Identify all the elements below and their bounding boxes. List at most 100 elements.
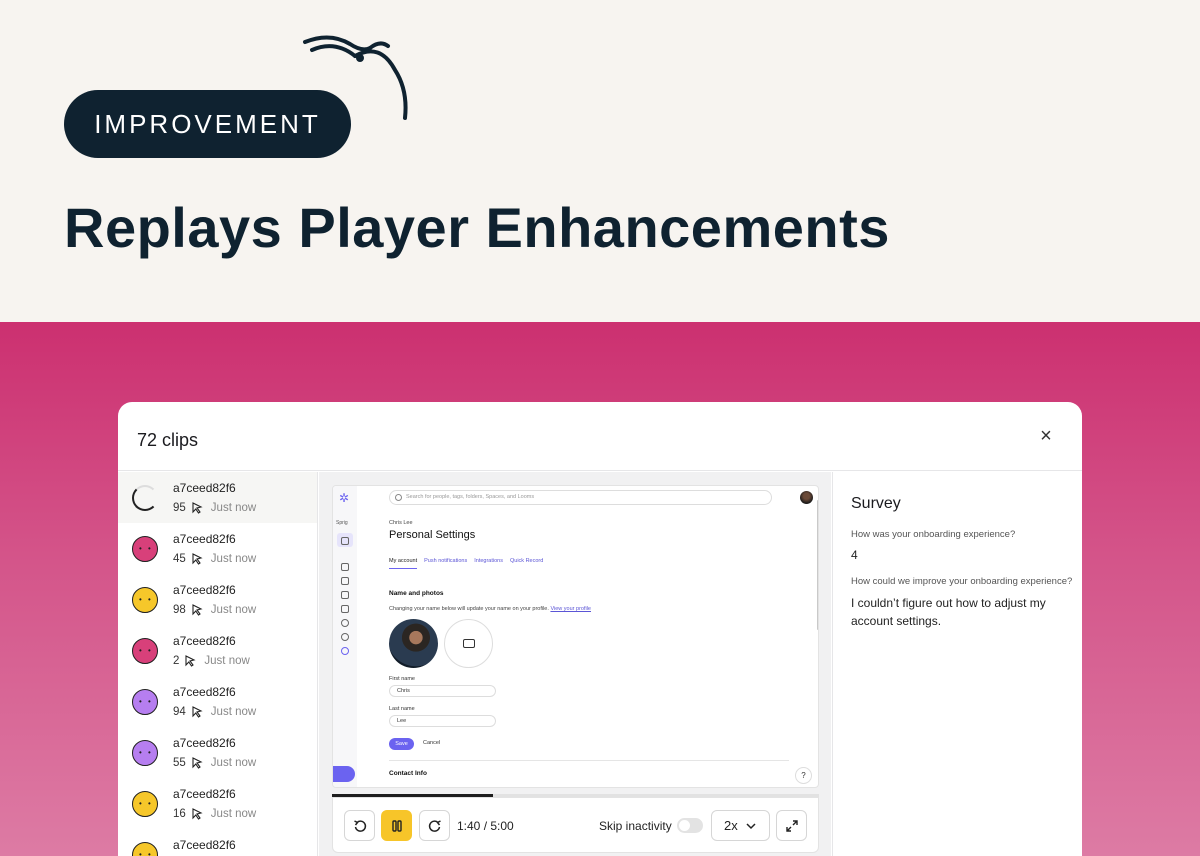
screen-breadcrumb: Chris Lee: [389, 520, 413, 526]
cursor-icon: [192, 757, 203, 769]
clip-timestamp: Just now: [210, 808, 257, 820]
bell-icon: [341, 591, 349, 599]
clip-id: a7ceed82f6: [173, 634, 236, 648]
clips-modal: 72 clips × a7ceed82f6 95 Just now • • a7ceed…: [118, 402, 1082, 856]
screen-divider: [389, 760, 789, 761]
screen-tabs: My account Push notifications Integratio…: [389, 558, 543, 569]
speed-value: 2x: [724, 818, 738, 833]
clock-icon: [341, 619, 349, 627]
clip-list-item[interactable]: • • a7ceed82f6 98 Just now: [118, 574, 317, 625]
face-eyes: • •: [139, 748, 153, 757]
survey-question: How was your onboarding experience?: [851, 529, 1016, 540]
face-eyes: • •: [139, 646, 153, 655]
loading-spinner-icon: [132, 485, 158, 511]
clip-timestamp: Just now: [210, 757, 257, 769]
face-avatar-icon: • •: [132, 791, 158, 817]
clip-meta: 55 Just now: [173, 757, 256, 769]
screen-section-heading: Name and photos: [389, 590, 444, 597]
forward-button[interactable]: [419, 810, 450, 841]
clip-list-item[interactable]: • • a7ceed82f6 94 Just now: [118, 676, 317, 727]
clip-id: a7ceed82f6: [173, 685, 236, 699]
rewind-icon: [353, 819, 366, 832]
clip-meta: 2 Just now: [173, 655, 250, 667]
expand-icon: [785, 819, 798, 832]
face-eyes: • •: [139, 544, 153, 553]
bookmark-icon: [341, 605, 349, 613]
clip-meta: 94 Just now: [173, 706, 256, 718]
clip-list-item[interactable]: • • a7ceed82f6 45 Just now: [118, 523, 317, 574]
pause-button[interactable]: [381, 810, 412, 841]
workspace-label: Sprig: [336, 520, 348, 526]
clip-click-count: 16: [173, 808, 186, 820]
pause-icon: [391, 819, 402, 832]
screen-user-avatar: [800, 491, 813, 504]
face-eyes: • •: [139, 595, 153, 604]
clip-timestamp: Just now: [204, 655, 250, 667]
rewind-button[interactable]: [344, 810, 375, 841]
clip-timestamp: Just now: [210, 604, 257, 616]
screen-last-name-label: Last name: [389, 706, 415, 712]
clip-click-count: 98: [173, 604, 186, 616]
cursor-icon: [185, 655, 196, 667]
help-icon: ?: [795, 767, 812, 784]
face-eyes: • •: [139, 850, 153, 856]
page-title: Replays Player Enhancements: [64, 196, 890, 259]
screen-tab: My account: [389, 558, 418, 569]
mail-icon: [341, 537, 349, 545]
clip-id: a7ceed82f6: [173, 838, 236, 852]
clip-timestamp: Just now: [210, 553, 257, 565]
screen-save-button: Save: [389, 738, 414, 750]
cursor-icon: [192, 706, 203, 718]
skip-inactivity-toggle[interactable]: [677, 818, 703, 833]
clip-id: a7ceed82f6: [173, 481, 236, 495]
screen-section-desc: Changing your name below will update you…: [389, 606, 591, 612]
replay-screen[interactable]: ✲ Sprig Search for people, tags, folders…: [332, 485, 819, 788]
clip-list-item[interactable]: • • a7ceed82f6: [118, 829, 317, 856]
screen-profile-photo: [389, 619, 438, 668]
close-icon[interactable]: ×: [1036, 426, 1056, 446]
screen-first-name-label: First name: [389, 676, 415, 682]
screen-search-input: Search for people, tags, folders, Spaces…: [389, 490, 772, 505]
clip-meta: 98 Just now: [173, 604, 256, 616]
screen-tab: Push notifications: [424, 558, 468, 564]
screen-photo-upload: [444, 619, 493, 668]
speed-select[interactable]: 2x: [711, 810, 770, 841]
survey-answer: I couldn’t figure out how to adjust my a…: [851, 596, 1046, 628]
face-avatar-icon: • •: [132, 587, 158, 613]
clip-id: a7ceed82f6: [173, 532, 236, 546]
skip-inactivity-label: Skip inactivity: [599, 819, 672, 833]
clip-meta: 45 Just now: [173, 553, 256, 565]
screen-profile-link: View your profile: [550, 606, 591, 612]
clip-list-item[interactable]: a7ceed82f6 95 Just now: [118, 472, 317, 523]
chevron-down-icon: [746, 823, 756, 830]
clip-list-item[interactable]: • • a7ceed82f6 16 Just now: [118, 778, 317, 829]
fullscreen-button[interactable]: [776, 810, 807, 841]
face-avatar-icon: • •: [132, 638, 158, 664]
app-sidebar: ✲ Sprig: [333, 486, 357, 787]
survey-answer: 4: [851, 548, 858, 562]
survey-title: Survey: [851, 495, 901, 512]
clip-id: a7ceed82f6: [173, 787, 236, 801]
cursor-icon: [192, 604, 203, 616]
clips-list: a7ceed82f6 95 Just now • • a7ceed82f6 45 Just …: [118, 472, 318, 856]
clip-click-count: 55: [173, 757, 186, 769]
clip-list-item[interactable]: • • a7ceed82f6 55 Just now: [118, 727, 317, 778]
globe-icon: [341, 633, 349, 641]
screen-desc-text: Changing your name below will update you…: [389, 606, 549, 612]
screen-scrollbar: [817, 500, 818, 630]
face-eyes: • •: [139, 799, 153, 808]
face-avatar-icon: • •: [132, 689, 158, 715]
clip-click-count: 94: [173, 706, 186, 718]
screen-contact-heading: Contact Info: [389, 770, 427, 777]
library-icon: [341, 577, 349, 585]
clip-list-item[interactable]: • • a7ceed82f6 2 Just now: [118, 625, 317, 676]
screen-tab: Integrations: [474, 558, 503, 564]
survey-question: How could we improve your onboarding exp…: [851, 576, 1073, 587]
settings-icon: [341, 647, 349, 655]
clip-click-count: 95: [173, 502, 186, 514]
hero-section: IMPROVEMENT Replays Player Enhancements: [0, 0, 1200, 322]
clip-click-count: 45: [173, 553, 186, 565]
clip-timestamp: Just now: [210, 502, 257, 514]
face-avatar-icon: • •: [132, 842, 158, 856]
screen-tab: Quick Record: [509, 558, 544, 564]
